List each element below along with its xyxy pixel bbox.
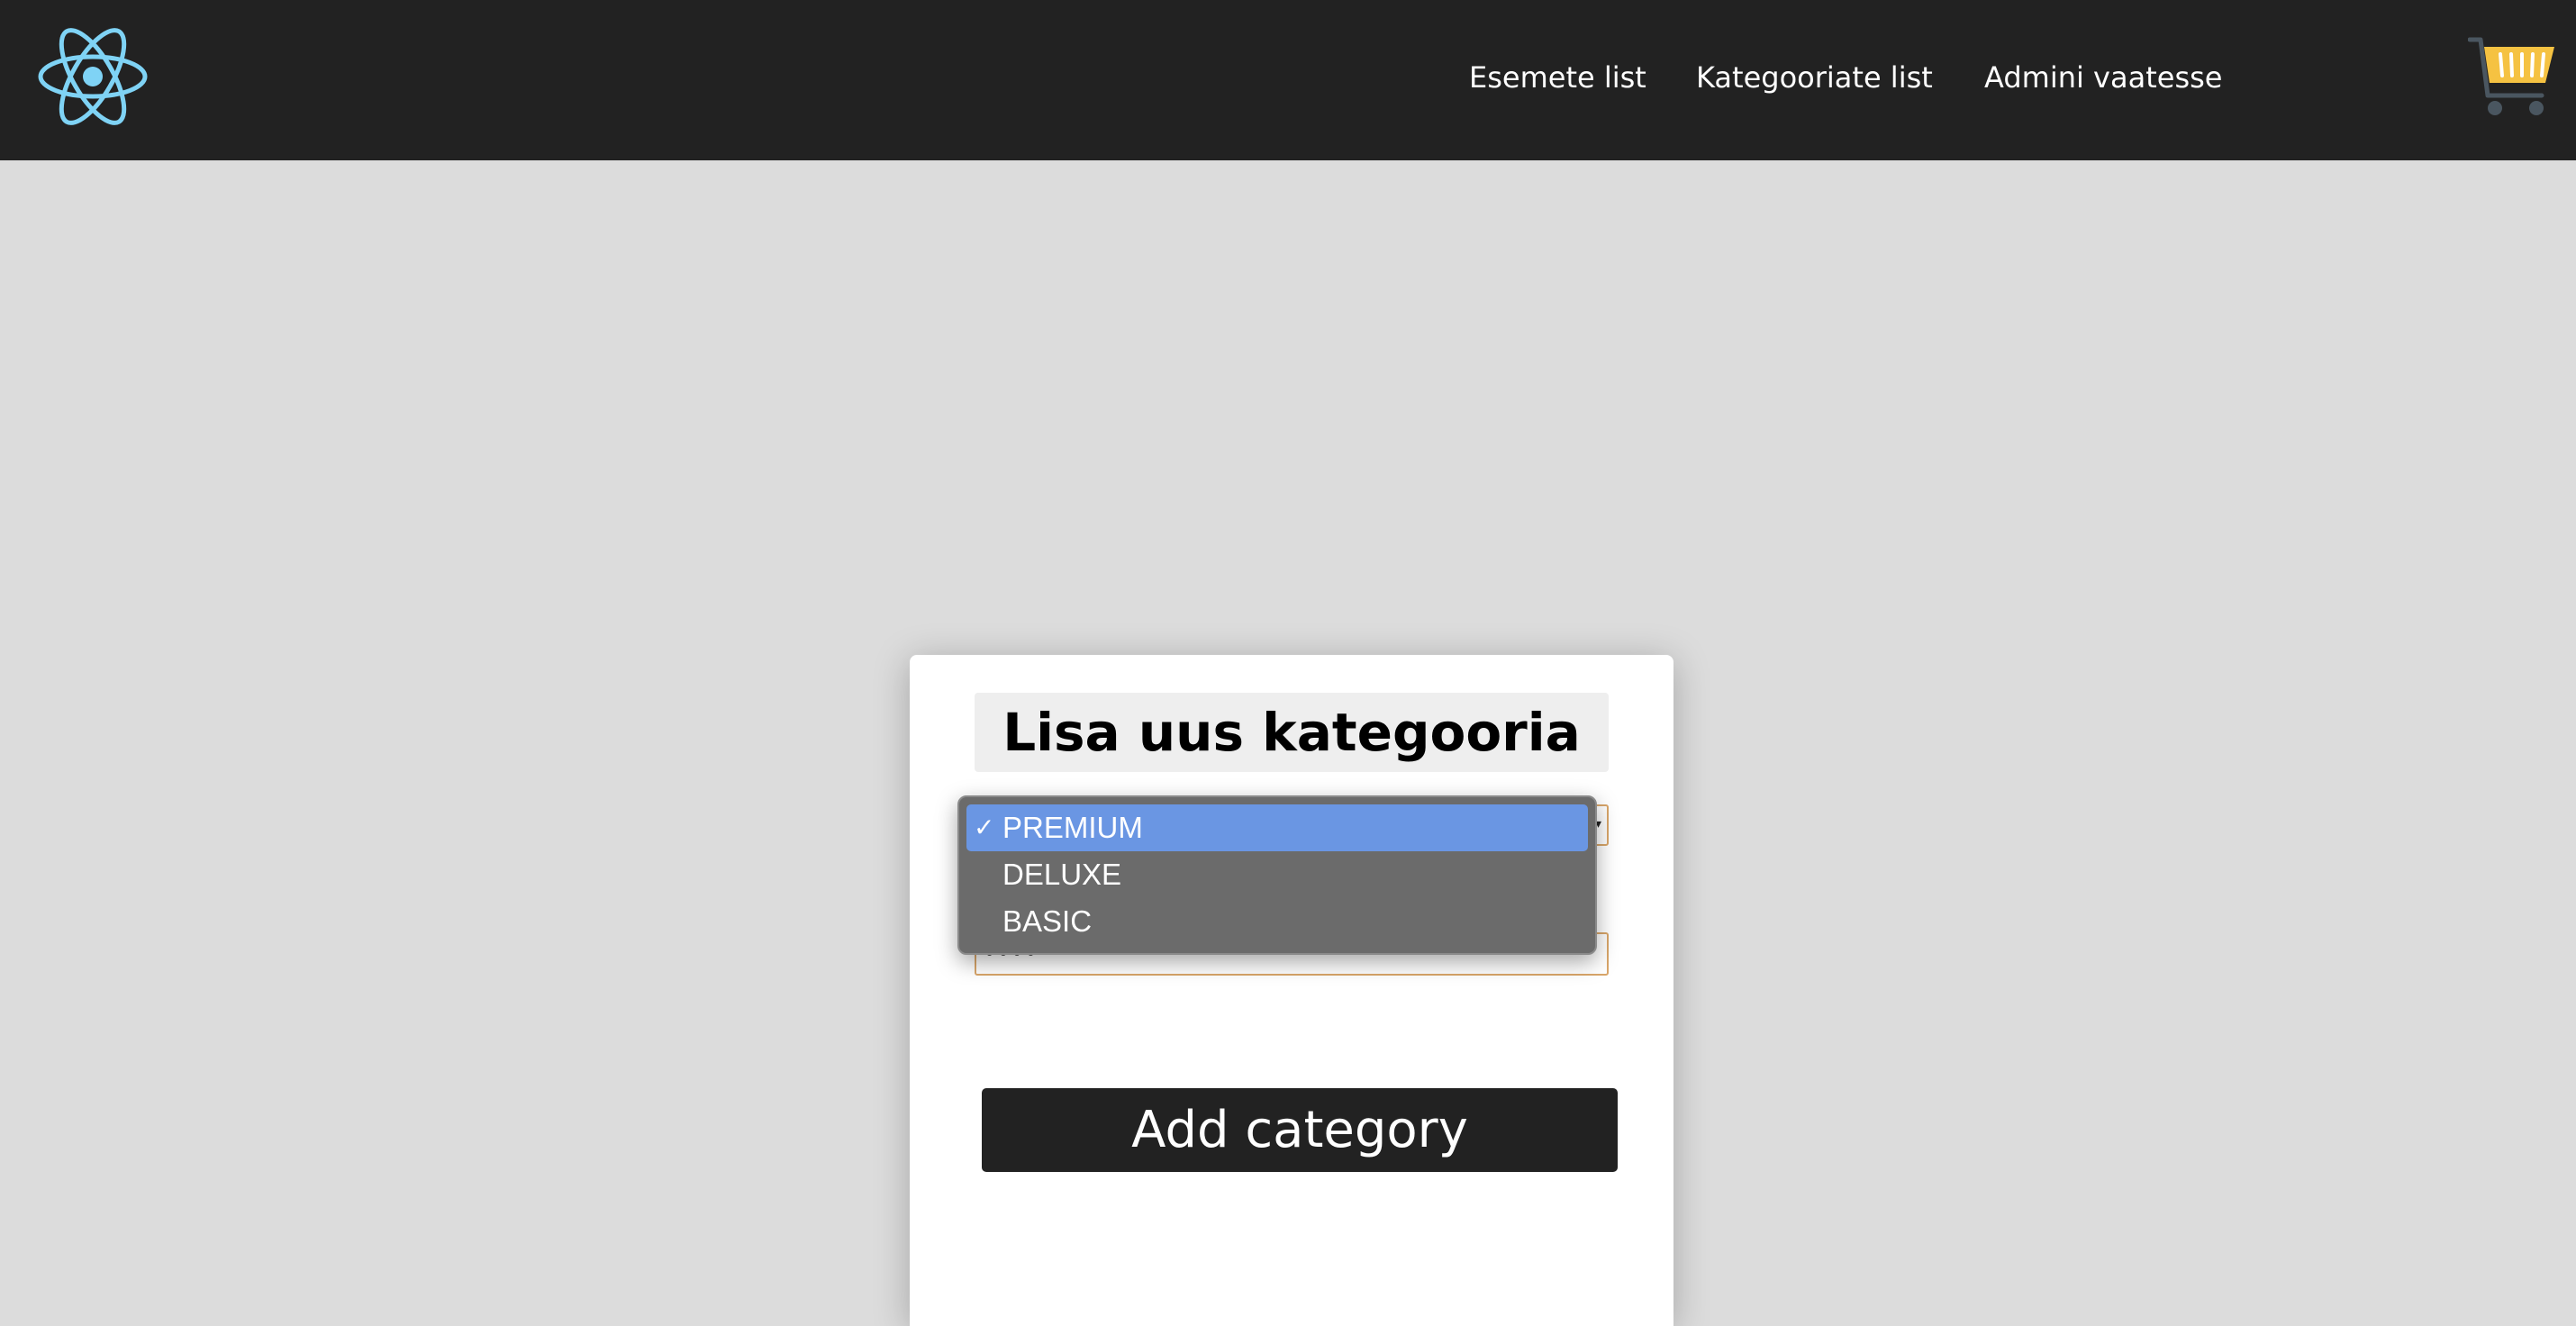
react-logo-icon[interactable] — [36, 20, 150, 133]
dropdown-option-deluxe[interactable]: DELUXE — [966, 851, 1588, 898]
dropdown-option-premium[interactable]: ✓ PREMIUM — [966, 804, 1588, 851]
option-label: DELUXE — [1002, 858, 1122, 891]
option-label: BASIC — [1002, 904, 1093, 938]
dropdown-option-basic[interactable]: BASIC — [966, 898, 1588, 945]
page-title: Lisa uus kategooria — [1002, 702, 1581, 763]
nav-link-admini-vaatesse[interactable]: Admini vaatesse — [1984, 58, 2222, 97]
navbar: Esemete list Kategooriate list Admini va… — [0, 0, 2576, 160]
category-dropdown-menu: ✓ PREMIUM DELUXE BASIC — [957, 795, 1597, 955]
shopping-cart-icon[interactable] — [2467, 32, 2558, 119]
nav-link-kategooriate-list[interactable]: Kategooriate list — [1696, 58, 1933, 97]
add-category-card: Lisa uus kategooria ▾ Add category — [910, 655, 1673, 1326]
title-container: Lisa uus kategooria — [975, 693, 1609, 772]
add-category-button[interactable]: Add category — [982, 1088, 1618, 1172]
nav-link-esemete-list[interactable]: Esemete list — [1469, 58, 1646, 97]
option-label: PREMIUM — [1002, 811, 1143, 844]
checkmark-icon: ✓ — [974, 813, 995, 841]
